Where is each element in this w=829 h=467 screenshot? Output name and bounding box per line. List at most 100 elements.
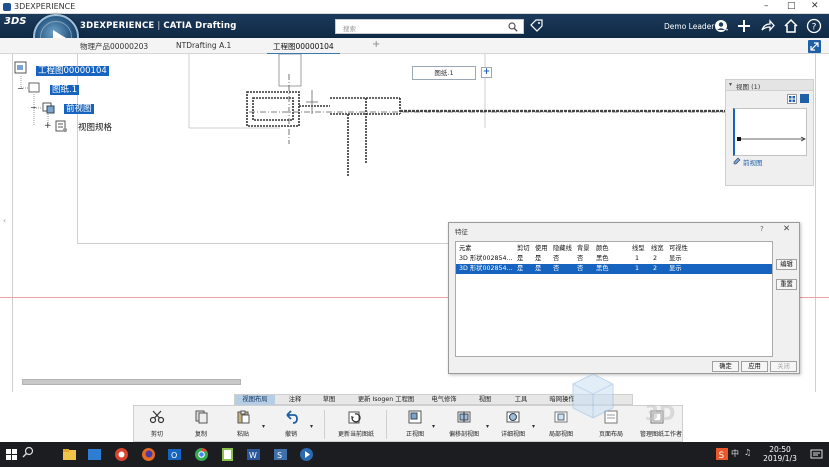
brand-3dexperience: 3DEXPERIENCE bbox=[80, 21, 155, 31]
close-window-icon[interactable]: ✕ bbox=[811, 1, 819, 11]
copy-button[interactable]: 复制 bbox=[190, 408, 212, 441]
update-sheet-icon bbox=[348, 411, 361, 424]
tree-node-view-spec[interactable]: 视图规格 bbox=[78, 121, 112, 133]
collapse-left-icon[interactable]: ‹ bbox=[3, 216, 6, 225]
tab-physical-product[interactable]: 物理产品00000203 bbox=[80, 41, 148, 52]
windows-start-icon[interactable] bbox=[6, 449, 17, 460]
maximize-icon[interactable]: □ bbox=[787, 1, 796, 11]
tag-icon[interactable] bbox=[530, 19, 543, 32]
cell-thickness: 2 bbox=[653, 265, 658, 272]
tree-node-front-view[interactable]: 前视图 bbox=[64, 102, 94, 114]
browser-360-icon[interactable] bbox=[114, 447, 129, 462]
3dexperience-icon[interactable] bbox=[299, 447, 314, 462]
ribbon-tab-update-isogen[interactable]: 更新 Isogen 工程图 bbox=[350, 395, 422, 405]
apply-button[interactable]: 应用 bbox=[741, 361, 768, 372]
dialog-help-icon[interactable]: ? bbox=[760, 225, 764, 233]
collapse-sheet-icon[interactable]: − bbox=[17, 84, 24, 93]
taskbar-search-icon[interactable] bbox=[22, 446, 34, 458]
front-view-dropdown-icon[interactable]: ▾ bbox=[432, 423, 435, 430]
grid-view-icon[interactable] bbox=[800, 94, 809, 103]
home-icon[interactable] bbox=[783, 18, 799, 34]
tab-drawing[interactable]: 工程图00000104 bbox=[267, 41, 340, 55]
table-row[interactable]: 3D 形状002854... 是 是 否 否 黑色 1 2 显示 bbox=[456, 254, 772, 264]
file-explorer-icon[interactable] bbox=[62, 447, 77, 462]
page-layout-button[interactable]: 页面布局 bbox=[599, 408, 623, 441]
col-header-visibility[interactable]: 可视性 bbox=[669, 244, 688, 254]
manage-background-button[interactable]: 管理图纸工作者 bbox=[640, 408, 682, 441]
horizontal-scrollbar[interactable] bbox=[22, 379, 241, 385]
chrome-icon[interactable] bbox=[194, 447, 209, 462]
outlook-icon[interactable]: O bbox=[167, 447, 182, 462]
paste-dropdown-icon[interactable]: ▾ bbox=[262, 423, 265, 430]
system-clock[interactable]: 20:50 2019/1/3 bbox=[756, 445, 804, 463]
front-view-button[interactable]: 正视图 bbox=[404, 408, 426, 441]
dialog-close-icon[interactable]: ✕ bbox=[783, 224, 790, 234]
section-dropdown-icon[interactable]: ▾ bbox=[486, 423, 489, 430]
notepad-icon[interactable] bbox=[220, 447, 235, 462]
user-name[interactable]: Demo Leader bbox=[664, 22, 714, 31]
sogou-ime-icon[interactable]: S bbox=[716, 448, 728, 460]
ribbon-tab-annotation[interactable]: 注释 bbox=[281, 395, 309, 405]
close-button[interactable]: 关闭 bbox=[770, 361, 797, 372]
expand-view-spec-icon[interactable]: + bbox=[44, 121, 52, 131]
ribbon-tab-view[interactable]: 视图 bbox=[471, 395, 499, 405]
tree-node-sheet[interactable]: 图纸.1 bbox=[50, 83, 80, 95]
undo-button[interactable]: 撤销 bbox=[280, 408, 302, 441]
edit-button[interactable]: 编辑 bbox=[776, 259, 797, 270]
thumbnail-mode-icon[interactable] bbox=[787, 94, 797, 104]
col-header-element[interactable]: 元素 bbox=[459, 244, 472, 254]
app-icon[interactable] bbox=[87, 447, 102, 462]
tree-node-drawing[interactable]: 工程图00000104 bbox=[36, 64, 109, 76]
add-sheet-button[interactable]: + bbox=[481, 67, 492, 78]
tab-ntdrafting[interactable]: NTDrafting A.1 bbox=[176, 41, 231, 50]
word-icon[interactable]: W bbox=[246, 447, 261, 462]
ribbon-tab-tools[interactable]: 工具 bbox=[507, 395, 535, 405]
reset-button[interactable]: 重置 bbox=[776, 279, 797, 290]
help-icon[interactable]: ? bbox=[806, 18, 822, 34]
search-input[interactable]: 搜索 bbox=[335, 19, 524, 34]
update-sheet-button[interactable]: 更新当前图纸 bbox=[338, 408, 374, 441]
ribbon-tab-sketch[interactable]: 草图 bbox=[315, 395, 343, 405]
panel-collapse-icon[interactable]: ▾ bbox=[729, 81, 732, 88]
cell-background: 否 bbox=[577, 255, 584, 262]
paste-button[interactable]: 粘贴 bbox=[232, 408, 254, 441]
share-icon[interactable] bbox=[760, 18, 776, 34]
col-header-hidden-lines[interactable]: 隐藏线 bbox=[553, 244, 572, 254]
fullscreen-button[interactable] bbox=[808, 40, 821, 53]
edit-view-icon[interactable] bbox=[733, 157, 741, 165]
col-header-thickness[interactable]: 线宽 bbox=[651, 244, 664, 254]
offset-section-button[interactable]: 偏移剖视图 bbox=[449, 408, 479, 441]
collapse-view-icon[interactable]: − bbox=[30, 103, 37, 112]
table-row-selected[interactable]: 3D 形状002854... 是 是 否 否 黑色 1 2 显示 bbox=[456, 264, 772, 274]
col-header-cut[interactable]: 剪切 bbox=[517, 244, 530, 254]
cell-cut: 是 bbox=[517, 265, 524, 272]
undo-dropdown-icon[interactable]: ▾ bbox=[310, 423, 313, 430]
catia-icon[interactable]: S bbox=[273, 447, 288, 462]
minimize-icon[interactable]: – bbox=[764, 1, 769, 11]
detail-dropdown-icon[interactable]: ▾ bbox=[532, 423, 535, 430]
sheet-tab-label[interactable]: 图纸.1 bbox=[412, 66, 476, 80]
col-header-linetype[interactable]: 线型 bbox=[632, 244, 645, 254]
user-avatar-icon[interactable] bbox=[714, 18, 730, 34]
detail-view-button[interactable]: 详细视图 bbox=[501, 408, 525, 441]
speaker-icon[interactable]: ♫ bbox=[744, 448, 751, 457]
feature-table[interactable]: 元素 剪切 使用 隐藏线 背景 颜色 线型 线宽 可视性 3D 形状002854… bbox=[455, 241, 773, 357]
add-icon[interactable] bbox=[736, 18, 752, 34]
notification-icon[interactable] bbox=[810, 448, 823, 461]
col-header-use[interactable]: 使用 bbox=[535, 244, 548, 254]
view-thumbnail[interactable] bbox=[733, 108, 807, 156]
add-tab-icon[interactable]: + bbox=[372, 39, 380, 50]
ribbon-tab-view-layout[interactable]: 视图布局 bbox=[235, 395, 275, 405]
search-icon[interactable] bbox=[508, 22, 518, 32]
ribbon-tab-dark-ops[interactable]: 暗网操作 bbox=[545, 395, 579, 405]
clipping-view-button[interactable]: 局部视图 bbox=[549, 408, 573, 441]
cut-button[interactable]: 剪切 bbox=[146, 408, 168, 441]
ribbon-tab-electrical[interactable]: 电气修饰 bbox=[427, 395, 461, 405]
ok-button[interactable]: 确定 bbox=[712, 361, 739, 372]
firefox-icon[interactable] bbox=[141, 447, 156, 462]
col-header-background[interactable]: 背景 bbox=[577, 244, 590, 254]
ime-label[interactable]: 中 bbox=[731, 448, 739, 459]
views-panel-header[interactable]: ▾ 视图 (1) bbox=[726, 80, 813, 91]
copy-icon bbox=[195, 410, 208, 424]
col-header-color[interactable]: 颜色 bbox=[596, 244, 609, 254]
